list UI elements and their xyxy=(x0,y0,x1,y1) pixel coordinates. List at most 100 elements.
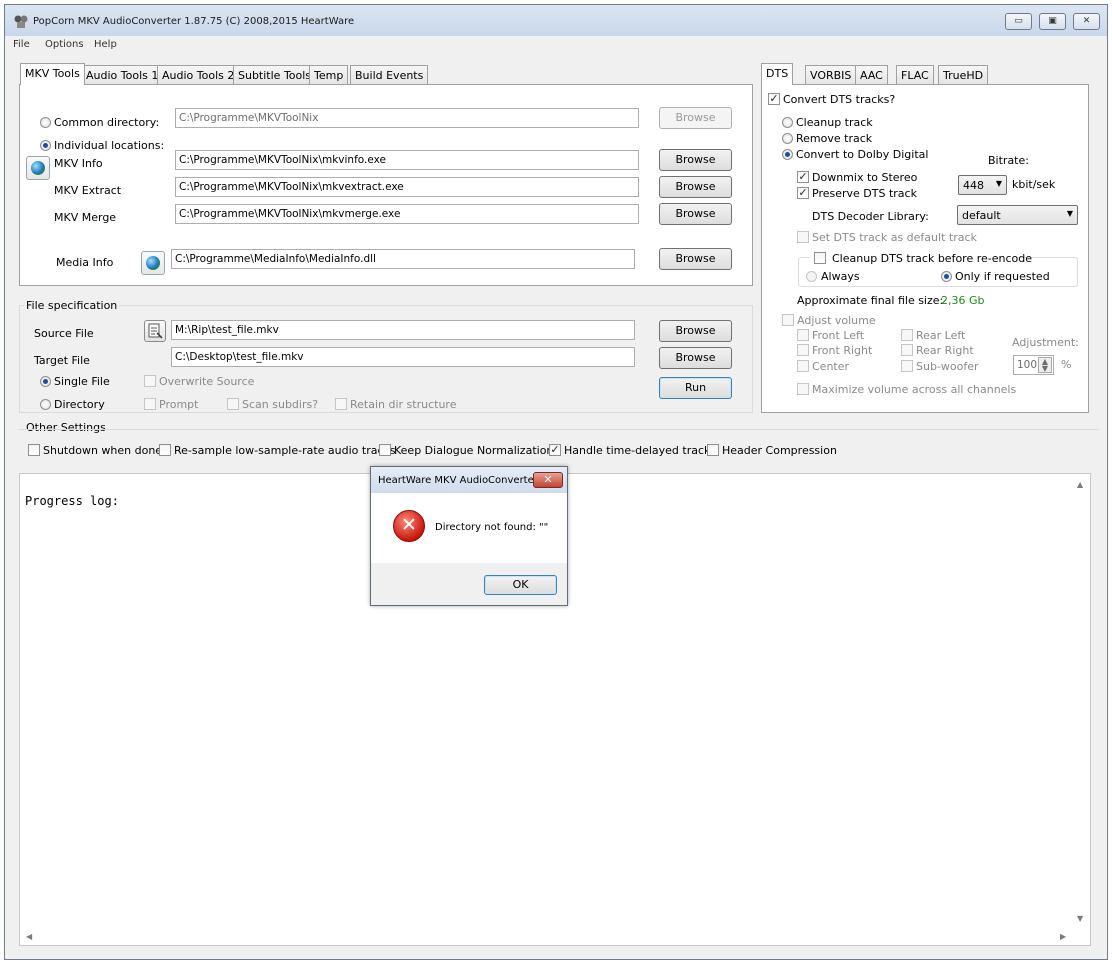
individual-locations-radio[interactable] xyxy=(40,140,51,151)
convert-dd-radio[interactable] xyxy=(782,149,793,160)
tab-build-events[interactable]: Build Events xyxy=(350,65,429,84)
always-radio[interactable] xyxy=(806,271,817,282)
close-icon: ✕ xyxy=(1082,16,1091,26)
prompt-label: Prompt xyxy=(159,398,199,411)
tab-vorbis[interactable]: VORBIS xyxy=(805,65,857,84)
scroll-right-icon[interactable]: ▶ xyxy=(1060,932,1066,941)
convert-dts-label: Convert DTS tracks? xyxy=(783,93,896,106)
downmix-checkbox[interactable]: ✓ xyxy=(797,171,809,183)
chevron-down-icon: ▼ xyxy=(995,179,1002,188)
dialog-message: Directory not found: "" xyxy=(435,522,549,533)
individual-locations-label: Individual locations: xyxy=(54,139,165,152)
maximize-volume-checkbox[interactable] xyxy=(797,383,809,395)
tab-flac[interactable]: FLAC xyxy=(896,65,934,84)
target-file-field[interactable]: C:\Desktop\test_file.mkv xyxy=(171,347,635,367)
tab-audio-tools-2[interactable]: Audio Tools 2 xyxy=(157,65,240,84)
error-icon: ✕ xyxy=(393,510,425,542)
minimize-button[interactable]: ▭ xyxy=(1005,13,1032,30)
retain-dir-checkbox[interactable] xyxy=(335,398,347,410)
target-file-browse-button[interactable]: Browse xyxy=(659,347,732,369)
spinner-icon[interactable]: ▲ ▼ xyxy=(1038,357,1052,373)
center-checkbox[interactable] xyxy=(797,360,809,372)
menu-file[interactable]: File xyxy=(13,39,30,50)
remove-track-radio[interactable] xyxy=(782,133,793,144)
only-requested-radio[interactable] xyxy=(941,271,952,282)
tab-temp[interactable]: Temp xyxy=(309,65,349,84)
run-button[interactable]: Run xyxy=(659,377,732,399)
menu-help[interactable]: Help xyxy=(94,39,117,50)
cleanup-track-radio[interactable] xyxy=(782,117,793,128)
file-specification-group: File specification Source File M:\Rip\te… xyxy=(19,299,753,413)
tab-truehd[interactable]: TrueHD xyxy=(938,65,989,84)
tab-aac[interactable]: AAC xyxy=(855,65,888,84)
set-default-checkbox[interactable] xyxy=(797,231,809,243)
mkv-extract-field[interactable]: C:\Programme\MKVToolNix\mkvextract.exe xyxy=(175,177,639,197)
close-icon: ✕ xyxy=(543,473,553,486)
common-directory-radio[interactable] xyxy=(40,117,51,128)
prompt-checkbox[interactable] xyxy=(144,398,156,410)
adjustment-unit: % xyxy=(1061,358,1072,371)
adjust-volume-checkbox[interactable] xyxy=(782,314,794,326)
scroll-left-icon[interactable]: ◀ xyxy=(26,932,32,941)
overwrite-source-checkbox[interactable] xyxy=(144,375,156,387)
media-info-browse-button[interactable]: Browse xyxy=(659,248,732,270)
media-info-field[interactable]: C:\Programme\MediaInfo\MediaInfo.dll xyxy=(171,249,635,269)
single-file-label: Single File xyxy=(54,375,110,388)
front-right-checkbox[interactable] xyxy=(797,344,809,356)
scroll-down-icon[interactable]: ▼ xyxy=(1077,914,1083,923)
mkv-merge-field[interactable]: C:\Programme\MKVToolNix\mkvmerge.exe xyxy=(175,204,639,224)
keep-dialogue-checkbox[interactable] xyxy=(379,444,391,456)
tab-subtitle-tools[interactable]: Subtitle Tools xyxy=(233,65,317,84)
mkv-tools-panel: Common directory: C:\Programme\MKVToolNi… xyxy=(19,84,753,286)
mkv-info-field[interactable]: C:\Programme\MKVToolNix\mkvinfo.exe xyxy=(175,150,639,170)
shutdown-checkbox[interactable] xyxy=(28,444,40,456)
tab-mkv-tools[interactable]: MKV Tools xyxy=(20,63,85,85)
mkv-extract-browse-button[interactable]: Browse xyxy=(659,176,732,198)
header-compression-checkbox[interactable] xyxy=(707,444,719,456)
media-info-globe-icon[interactable] xyxy=(141,251,165,275)
subwoofer-checkbox[interactable] xyxy=(901,360,913,372)
cleanup-before-checkbox[interactable] xyxy=(814,252,826,264)
maximize-button[interactable]: ▣ xyxy=(1039,13,1066,30)
set-default-label: Set DTS track as default track xyxy=(812,231,977,244)
single-file-radio[interactable] xyxy=(40,376,51,387)
remove-track-label: Remove track xyxy=(796,132,873,145)
mkv-info-browse-button[interactable]: Browse xyxy=(659,149,732,171)
file-open-icon[interactable] xyxy=(144,320,166,342)
mkv-merge-browse-button[interactable]: Browse xyxy=(659,203,732,225)
common-directory-field[interactable]: C:\Programme\MKVToolNix xyxy=(175,108,639,128)
dialog-title: HeartWare MKV AudioConverter xyxy=(378,475,538,486)
dialog-title-bar[interactable]: HeartWare MKV AudioConverter ✕ xyxy=(371,467,567,493)
bitrate-select[interactable]: 448 ▼ xyxy=(958,175,1007,195)
tab-dts[interactable]: DTS xyxy=(761,63,794,85)
source-file-field[interactable]: M:\Rip\test_file.mkv xyxy=(171,320,635,340)
title-bar[interactable]: PopCorn MKV AudioConverter 1.87.75 (C) 2… xyxy=(5,5,1107,36)
preserve-dts-checkbox[interactable]: ✓ xyxy=(797,187,809,199)
source-file-browse-button[interactable]: Browse xyxy=(659,320,732,342)
media-info-label: Media Info xyxy=(56,256,114,269)
overwrite-source-label: Overwrite Source xyxy=(159,375,255,388)
ok-button[interactable]: OK xyxy=(484,575,557,595)
resample-checkbox[interactable] xyxy=(159,444,171,456)
scan-subdirs-checkbox[interactable] xyxy=(227,398,239,410)
close-button[interactable]: ✕ xyxy=(1073,13,1100,30)
tab-audio-tools-1[interactable]: Audio Tools 1 xyxy=(81,65,164,84)
adjustment-value: 100 xyxy=(1017,359,1038,371)
front-left-checkbox[interactable] xyxy=(797,329,809,341)
resample-label: Re-sample low-sample-rate audio tracks xyxy=(174,444,396,457)
directory-radio[interactable] xyxy=(40,399,51,410)
rear-right-checkbox[interactable] xyxy=(901,344,913,356)
globe-icon[interactable] xyxy=(26,156,50,180)
convert-dts-checkbox[interactable]: ✓ xyxy=(768,93,780,105)
menu-options[interactable]: Options xyxy=(45,39,84,50)
rear-left-checkbox[interactable] xyxy=(901,329,913,341)
handle-delayed-checkbox[interactable]: ✓ xyxy=(549,444,561,456)
decoder-library-select[interactable]: default ▼ xyxy=(957,205,1078,225)
progress-log-text: Progress log: xyxy=(25,494,119,508)
common-directory-browse-button[interactable]: Browse xyxy=(659,107,732,129)
center-label: Center xyxy=(812,360,850,373)
scroll-up-icon[interactable]: ▲ xyxy=(1077,480,1083,489)
adjustment-field[interactable]: 100 ▲ ▼ xyxy=(1013,355,1054,375)
bitrate-value: 448 xyxy=(963,179,984,192)
dialog-close-button[interactable]: ✕ xyxy=(533,472,563,488)
